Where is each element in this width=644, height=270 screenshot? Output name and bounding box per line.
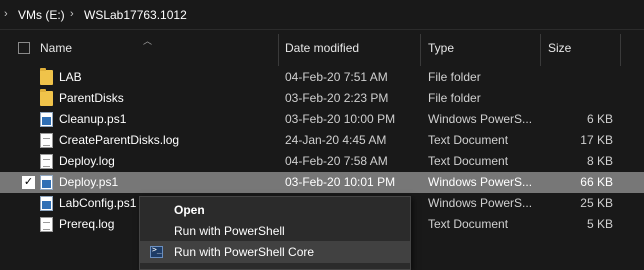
folder-icon <box>40 89 53 106</box>
file-size: 17 KB <box>580 133 613 147</box>
text-document-icon <box>40 133 53 148</box>
menu-item-label: Open <box>174 203 205 217</box>
powershell-script-icon <box>40 196 53 211</box>
file-row-lab[interactable]: LAB 04-Feb-20 7:51 AM File folder <box>0 67 644 88</box>
file-name: LabConfig.ps1 <box>59 196 137 210</box>
breadcrumb-chevron-icon[interactable]: › <box>70 8 74 20</box>
menu-item-run-with-powershell-core[interactable]: Run with PowerShell Core <box>140 241 410 263</box>
menu-item-run-with-powershell[interactable]: Run with PowerShell <box>140 220 410 242</box>
file-type: Text Document <box>428 217 509 231</box>
file-row-createparentdisks-log[interactable]: CreateParentDisks.log 24-Jan-20 4:45 AM … <box>0 130 644 151</box>
text-document-icon <box>40 154 53 169</box>
file-type: Text Document <box>428 154 509 168</box>
file-type: Windows PowerS... <box>428 175 533 189</box>
file-type: Windows PowerS... <box>428 196 533 210</box>
file-date: 04-Feb-20 7:51 AM <box>285 70 388 84</box>
file-size: 25 KB <box>580 196 613 210</box>
column-divider[interactable] <box>540 34 541 66</box>
breadcrumb-item-drive[interactable]: VMs (E:) <box>18 8 65 22</box>
file-row-deploy-ps1[interactable]: ✓ Deploy.ps1 03-Feb-20 10:01 PM Windows … <box>0 172 644 193</box>
select-all-checkbox[interactable] <box>18 42 30 54</box>
folder-icon <box>40 68 53 85</box>
column-header-date-modified[interactable]: Date modified <box>285 41 359 55</box>
menu-item-label: Run with PowerShell <box>174 224 285 238</box>
file-type: Windows PowerS... <box>428 112 533 126</box>
file-date: 04-Feb-20 7:58 AM <box>285 154 388 168</box>
file-size: 6 KB <box>586 112 613 126</box>
file-name: CreateParentDisks.log <box>59 133 180 147</box>
file-date: 03-Feb-20 10:00 PM <box>285 112 396 126</box>
file-name: Deploy.log <box>59 154 115 168</box>
breadcrumb-chevron-icon[interactable]: › <box>4 8 8 20</box>
menu-item-label: Run with PowerShell Core <box>174 245 315 259</box>
file-name: Prereq.log <box>59 217 115 231</box>
column-header-name[interactable]: Name <box>40 41 72 55</box>
file-row-deploy-log[interactable]: Deploy.log 04-Feb-20 7:58 AM Text Docume… <box>0 151 644 172</box>
file-size: 66 KB <box>580 175 613 189</box>
file-size: 5 KB <box>586 217 613 231</box>
column-header-size[interactable]: Size <box>548 41 571 55</box>
text-document-icon <box>40 217 53 232</box>
file-row-cleanup-ps1[interactable]: Cleanup.ps1 03-Feb-20 10:00 PM Windows P… <box>0 109 644 130</box>
column-divider[interactable] <box>420 34 421 66</box>
context-menu: Open Run with PowerShell Run with PowerS… <box>139 196 411 270</box>
file-name: Cleanup.ps1 <box>59 112 127 126</box>
breadcrumb-item-folder[interactable]: WSLab17763.1012 <box>84 8 187 22</box>
menu-item-open[interactable]: Open <box>140 199 410 221</box>
file-name: Deploy.ps1 <box>59 175 119 189</box>
powershell-core-icon <box>150 245 163 258</box>
powershell-script-icon <box>40 175 53 190</box>
file-size: 8 KB <box>586 154 613 168</box>
column-divider[interactable] <box>278 34 279 66</box>
column-header-row: Name Date modified Type Size <box>0 30 644 66</box>
file-row-parentdisks[interactable]: ParentDisks 03-Feb-20 2:23 PM File folde… <box>0 88 644 109</box>
column-header-type[interactable]: Type <box>428 41 454 55</box>
column-divider[interactable] <box>620 34 621 66</box>
file-name: LAB <box>59 70 82 84</box>
powershell-script-icon <box>40 112 53 127</box>
file-type: File folder <box>428 70 481 84</box>
file-date: 03-Feb-20 2:23 PM <box>285 91 389 105</box>
sort-ascending-icon: ︿ <box>143 36 153 46</box>
file-date: 03-Feb-20 10:01 PM <box>285 175 396 189</box>
file-name: ParentDisks <box>59 91 124 105</box>
file-type: Text Document <box>428 133 509 147</box>
file-date: 24-Jan-20 4:45 AM <box>285 133 387 147</box>
file-type: File folder <box>428 91 481 105</box>
breadcrumb: › VMs (E:) › WSLab17763.1012 <box>0 0 644 30</box>
row-checkbox[interactable]: ✓ <box>22 176 35 189</box>
